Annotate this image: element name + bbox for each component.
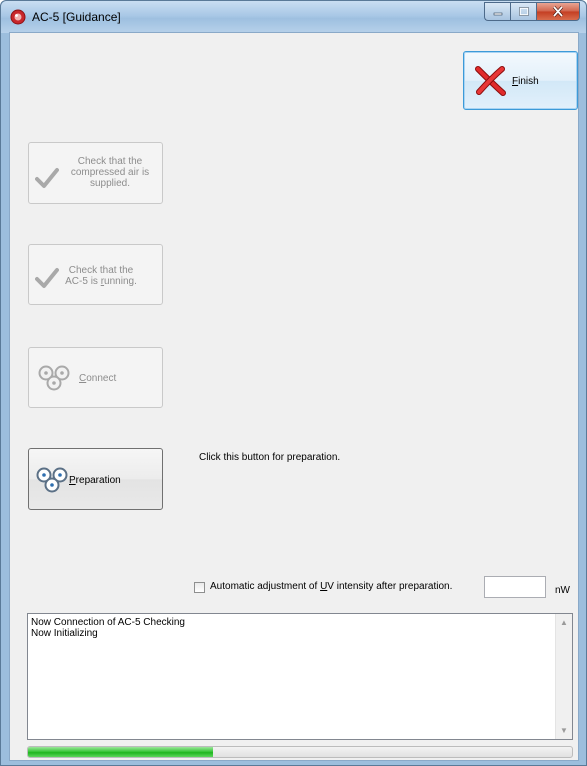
title-bar[interactable]: AC-5 [Guidance] bbox=[1, 1, 586, 33]
minimize-icon bbox=[493, 12, 502, 15]
check-air-line-2: compressed air is bbox=[70, 167, 150, 178]
scroll-down-icon[interactable]: ▼ bbox=[556, 722, 572, 739]
finish-label: Finish bbox=[512, 76, 539, 87]
close-button[interactable] bbox=[536, 2, 580, 21]
maximize-icon bbox=[518, 7, 529, 16]
check-running-label: Check that the AC-5 is running. bbox=[65, 265, 137, 287]
auto-adjust-checkbox[interactable] bbox=[194, 582, 205, 593]
progress-bar bbox=[27, 746, 573, 758]
preparation-hint: Click this button for preparation. bbox=[199, 452, 341, 463]
app-icon bbox=[10, 9, 26, 25]
uv-unit-label: nW bbox=[555, 585, 570, 596]
check-air-line-3: supplied. bbox=[89, 178, 131, 189]
checkmark-icon bbox=[35, 268, 59, 288]
status-log[interactable]: Now Connection of AC-5 Checking Now Init… bbox=[27, 613, 573, 740]
log-lines: Now Connection of AC-5 Checking Now Init… bbox=[31, 617, 185, 639]
check-air-line-1: Check that the bbox=[77, 156, 143, 167]
finish-button[interactable]: Finish bbox=[463, 51, 578, 110]
check-air-button[interactable]: Check that the compressed air is supplie… bbox=[28, 142, 163, 204]
log-line: Now Connection of AC-5 Checking bbox=[31, 617, 185, 628]
connect-icon bbox=[38, 365, 70, 391]
window-title: AC-5 [Guidance] bbox=[32, 10, 121, 24]
client-area: Finish Check that the compressed air is … bbox=[9, 32, 579, 761]
checkmark-icon bbox=[35, 168, 59, 188]
scroll-up-icon[interactable]: ▲ bbox=[556, 614, 572, 631]
minimize-button[interactable] bbox=[484, 2, 510, 21]
maximize-button[interactable] bbox=[510, 2, 536, 21]
log-line: Now Initializing bbox=[31, 628, 98, 639]
log-scrollbar[interactable]: ▲ ▼ bbox=[555, 614, 572, 739]
red-x-icon bbox=[475, 66, 506, 96]
auto-adjust-label[interactable]: Automatic adjustment of UV intensity aft… bbox=[210, 581, 452, 592]
close-icon bbox=[552, 6, 564, 17]
window-controls bbox=[484, 2, 580, 22]
connect-label: Connect bbox=[79, 373, 117, 384]
preparation-label: Preparation bbox=[69, 475, 121, 486]
connect-button[interactable]: Connect bbox=[28, 347, 163, 408]
progress-fill bbox=[28, 747, 213, 757]
check-running-button[interactable]: Check that the AC-5 is running. bbox=[28, 244, 163, 305]
uv-intensity-input[interactable] bbox=[484, 576, 546, 598]
preparation-icon bbox=[36, 467, 68, 493]
app-window: AC-5 [Guidance] Finish Check that the co… bbox=[0, 0, 587, 766]
check-air-label: Check that the compressed air is supplie… bbox=[65, 156, 155, 189]
preparation-button[interactable]: Preparation bbox=[28, 448, 163, 510]
